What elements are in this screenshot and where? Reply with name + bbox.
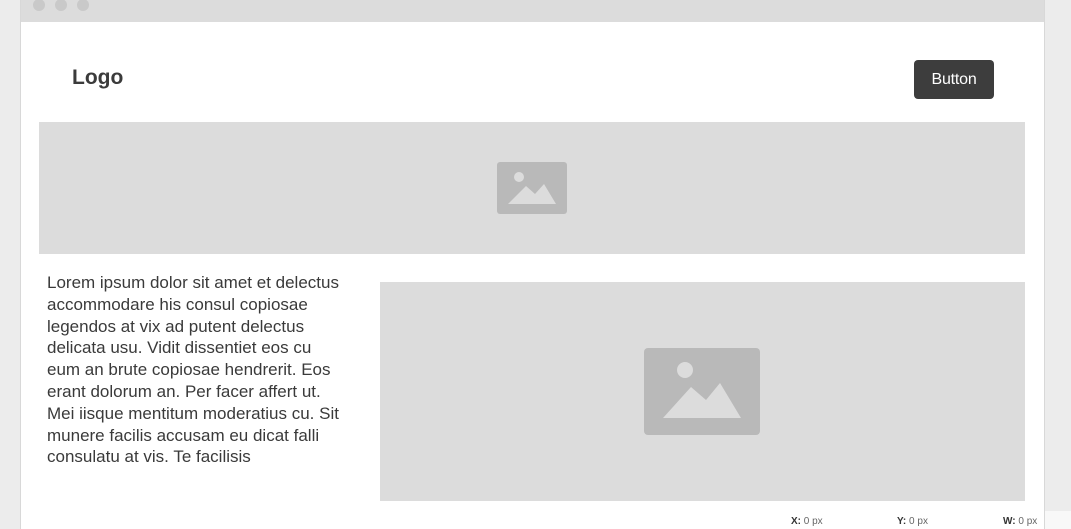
content-image-placeholder [380,282,1025,501]
w-label: W: [1003,516,1016,527]
image-placeholder-icon [497,162,567,214]
logo[interactable]: Logo [72,66,123,90]
window-minimize-dot[interactable] [55,0,67,11]
w-value: 0 px [1018,516,1038,527]
y-label: Y: [897,516,907,527]
w-coordinate: W: 0 px [1003,516,1037,527]
header-button[interactable]: Button [914,60,994,99]
banner-image-placeholder [39,122,1025,254]
body-paragraph: Lorem ipsum dolor sit amet et delectus a… [47,273,339,467]
x-label: X: [791,516,801,527]
x-value: 0 px [803,516,823,527]
image-placeholder-icon [644,348,760,435]
browser-window: Logo Button Lorem ipsum dolor sit amet e… [20,0,1045,529]
status-corner [1045,511,1071,529]
y-coordinate: Y: 0 px [897,516,928,527]
y-value: 0 px [909,516,928,527]
window-titlebar [21,0,1044,22]
x-coordinate: X: 0 px [791,516,823,527]
window-close-dot[interactable] [33,0,45,11]
window-maximize-dot[interactable] [77,0,89,11]
